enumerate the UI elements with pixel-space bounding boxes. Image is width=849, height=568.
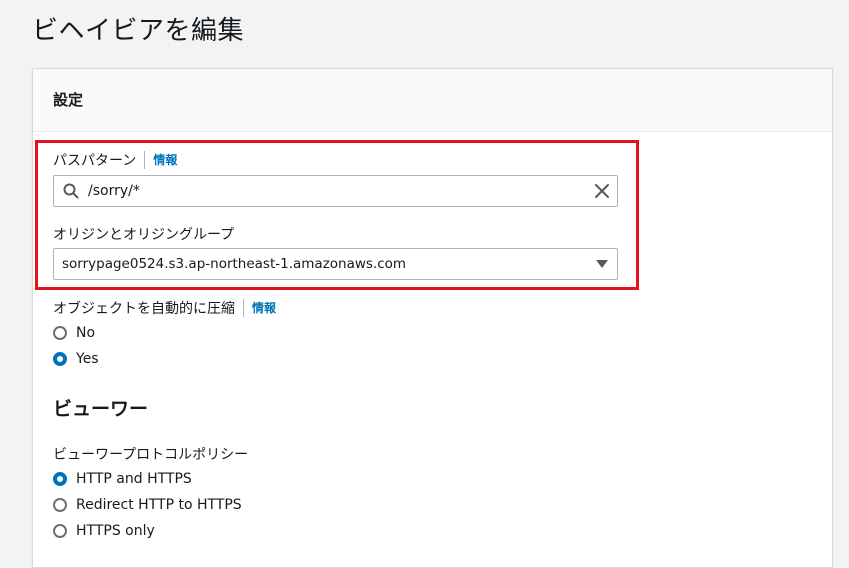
settings-panel: 設定 パスパターン 情報 オリジンとオリジングループ sorrypage0524… bbox=[32, 68, 833, 568]
viewer-option-https-only[interactable]: HTTPS only bbox=[53, 523, 155, 539]
origin-select[interactable]: sorrypage0524.s3.ap-northeast-1.amazonaw… bbox=[53, 248, 618, 280]
compress-label-row: オブジェクトを自動的に圧縮 情報 bbox=[53, 298, 276, 318]
radio-label: Redirect HTTP to HTTPS bbox=[76, 497, 242, 513]
path-pattern-label: パスパターン bbox=[53, 153, 137, 169]
viewer-section-title: ビューワー bbox=[53, 398, 149, 420]
viewer-option-redirect[interactable]: Redirect HTTP to HTTPS bbox=[53, 497, 242, 513]
radio-button[interactable] bbox=[53, 472, 67, 486]
radio-button[interactable] bbox=[53, 524, 67, 538]
compress-option-no[interactable]: No bbox=[53, 325, 95, 341]
radio-button[interactable] bbox=[53, 352, 67, 366]
settings-panel-title: 設定 bbox=[53, 91, 84, 109]
viewer-option-http-and-https[interactable]: HTTP and HTTPS bbox=[53, 471, 192, 487]
caret-down-icon bbox=[587, 249, 617, 279]
origin-select-value: sorrypage0524.s3.ap-northeast-1.amazonaw… bbox=[62, 256, 407, 272]
radio-label: Yes bbox=[76, 351, 99, 367]
search-icon bbox=[54, 176, 88, 206]
path-pattern-input-box bbox=[53, 175, 618, 207]
page-title: ビヘイビアを編集 bbox=[32, 16, 245, 46]
close-icon[interactable] bbox=[587, 176, 617, 206]
radio-button[interactable] bbox=[53, 326, 67, 340]
path-pattern-info-link[interactable]: 情報 bbox=[144, 151, 177, 169]
viewer-protocol-label-row: ビューワープロトコルポリシー bbox=[53, 444, 248, 464]
path-pattern-label-row: パスパターン 情報 bbox=[53, 150, 177, 170]
compress-option-yes[interactable]: Yes bbox=[53, 351, 99, 367]
radio-label: HTTPS only bbox=[76, 523, 155, 539]
origin-label-row: オリジンとオリジングループ bbox=[53, 224, 234, 244]
path-pattern-input[interactable] bbox=[88, 177, 587, 205]
origin-label: オリジンとオリジングループ bbox=[53, 227, 235, 243]
compress-label: オブジェクトを自動的に圧縮 bbox=[53, 301, 235, 317]
viewer-protocol-label: ビューワープロトコルポリシー bbox=[53, 447, 249, 463]
radio-label: No bbox=[76, 325, 96, 341]
compress-info-link[interactable]: 情報 bbox=[243, 299, 276, 317]
radio-label: HTTP and HTTPS bbox=[76, 471, 192, 487]
radio-button[interactable] bbox=[53, 498, 67, 512]
settings-panel-header: 設定 bbox=[33, 69, 832, 132]
